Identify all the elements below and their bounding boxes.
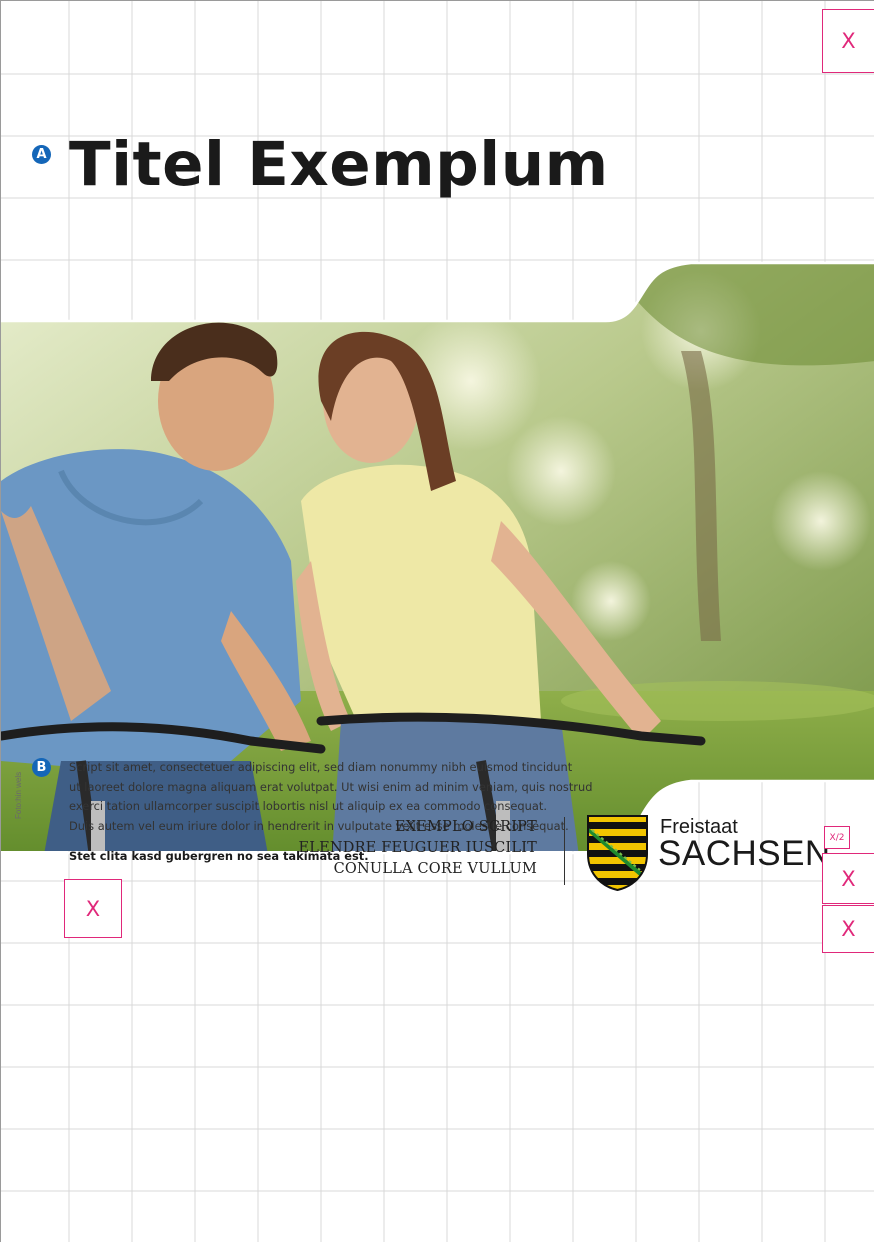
placeholder-x-box: X [822, 9, 874, 73]
placeholder-fraction-box: X/2 [824, 826, 850, 849]
poster-page: Foto:hin wels A Titel Exemplum B Script … [0, 0, 874, 1242]
marker-b-badge: B [32, 758, 51, 777]
address-line: CONULLA CORE VULLUM [333, 861, 537, 877]
page-title: Titel Exemplum [69, 129, 609, 200]
address-block: EXEMPLO SCRIPT ELENDRE FEUGUER IUSCILIT … [298, 817, 537, 880]
placeholder-x-box: X [822, 905, 874, 953]
logo-text-sachsen: SACHSEN [658, 834, 831, 873]
body-line: ut laoreet dolore magna aliquam erat vol… [69, 779, 593, 794]
body-line: Script sit amet, consectetuer adipiscing… [69, 760, 573, 774]
photo-credit: Foto:hin wels [14, 771, 23, 819]
placeholder-x-box: X [822, 853, 874, 904]
marker-a-badge: A [32, 145, 51, 164]
body-line: exerci tation ullamcorper suscipit lobor… [69, 799, 547, 813]
coat-of-arms-icon [587, 815, 648, 892]
placeholder-x-box: X [64, 879, 122, 938]
address-line: EXEMPLO SCRIPT [394, 819, 537, 835]
divider [564, 817, 565, 885]
address-line: ELENDRE FEUGUER IUSCILIT [298, 840, 537, 856]
